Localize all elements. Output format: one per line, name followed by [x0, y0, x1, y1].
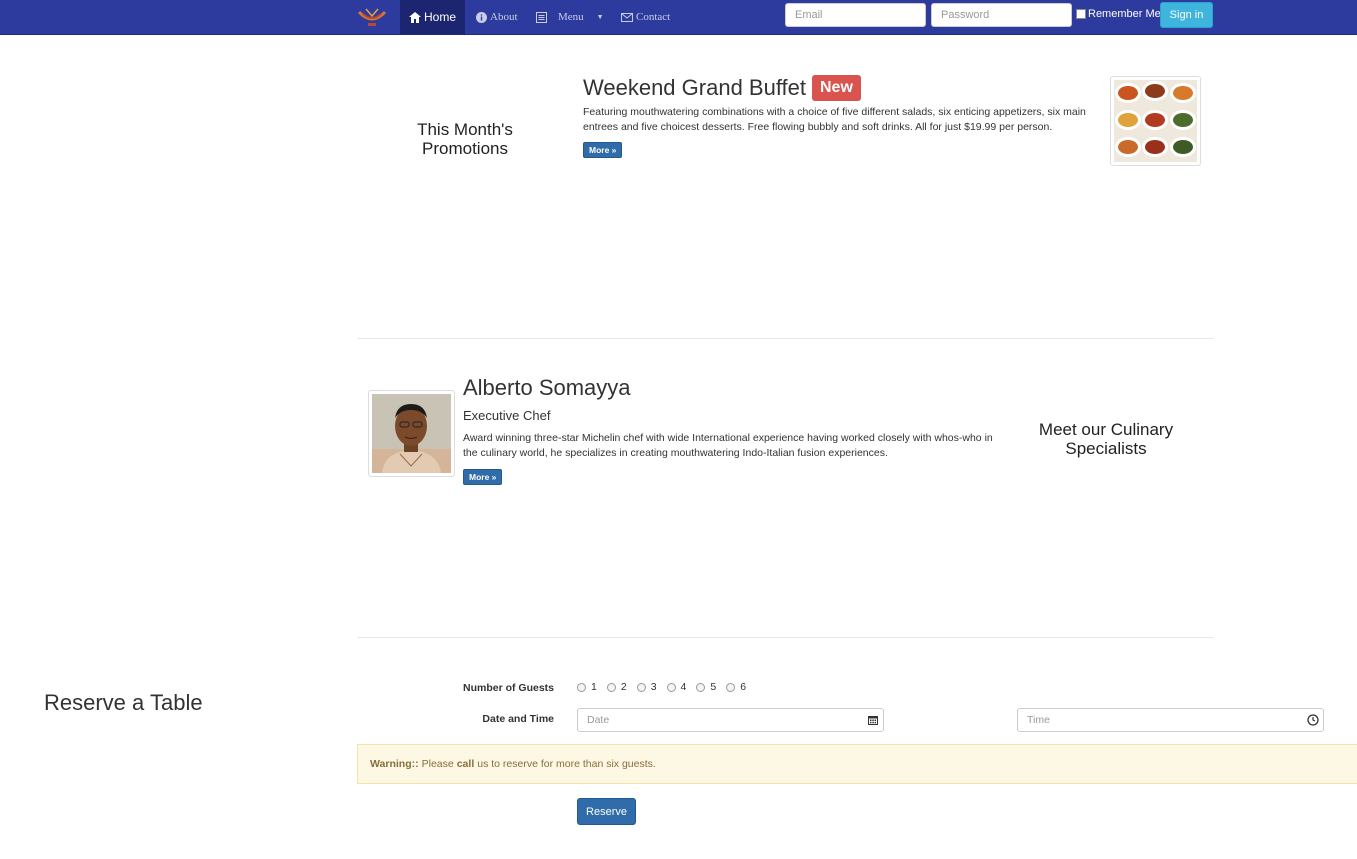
home-icon [408, 11, 421, 23]
guests-label: Number of Guests [462, 682, 554, 694]
guest-radio-option[interactable]: 6 [726, 681, 746, 693]
guest-radio-option[interactable]: 1 [577, 681, 597, 693]
clock-icon[interactable] [1307, 714, 1319, 726]
reserve-heading: Reserve a Table [44, 690, 203, 715]
section-divider [357, 637, 1213, 638]
guest-radio-button[interactable] [696, 682, 706, 692]
promotion-title-row: Weekend Grand Buffet New [583, 75, 861, 101]
promotion-description: Featuring mouthwatering combinations wit… [583, 106, 1086, 133]
calendar-icon[interactable] [867, 714, 879, 726]
warning-post: us to reserve for more than six guests. [477, 758, 656, 770]
envelope-icon [621, 12, 633, 22]
warning-pre: Please [421, 758, 454, 770]
promotions-heading: This Month's Promotions [417, 120, 513, 158]
guest-radio-button[interactable] [636, 682, 646, 692]
nav-home[interactable]: Home [400, 0, 465, 34]
promotion-more-button[interactable]: More » [583, 142, 623, 158]
guest-radio-label: 3 [650, 681, 657, 693]
reserve-button[interactable]: Reserve [577, 798, 636, 825]
remember-me-label: Remember Me [1088, 8, 1161, 20]
warning-prefix: Warning:: [370, 758, 419, 770]
nav-about[interactable]: About [476, 0, 518, 34]
time-placeholder: Time [1027, 714, 1050, 726]
guest-radio-button[interactable] [726, 682, 736, 692]
buffet-image [1110, 76, 1201, 166]
guest-radio-label: 2 [620, 681, 627, 693]
guest-radio-label: 6 [740, 681, 747, 693]
guests-radio-group: 1 2 3 4 5 6 [577, 681, 756, 693]
chef-photo [368, 390, 455, 477]
signin-button[interactable]: Sign in [1160, 2, 1213, 28]
date-placeholder: Date [587, 714, 610, 726]
nav-home-label: Home [423, 10, 456, 24]
nav-contact-label: Contact [636, 11, 671, 23]
warning-alert: Warning:: Please call us to reserve for … [357, 744, 1357, 784]
password-input[interactable]: Password [931, 3, 1072, 27]
nav-menu-dropdown[interactable]: Menu ▼ [536, 0, 604, 34]
guest-radio-button[interactable] [666, 682, 676, 692]
password-placeholder: Password [941, 9, 990, 21]
chef-more-button[interactable]: More » [463, 469, 503, 485]
date-input[interactable]: Date [577, 708, 884, 732]
nav-contact[interactable]: Contact [621, 0, 670, 34]
guest-radio-option[interactable]: 2 [606, 681, 627, 693]
promotion-title: Weekend Grand Buffet [583, 75, 806, 100]
remember-me-checkbox[interactable] [1076, 9, 1086, 19]
guest-radio-option[interactable]: 3 [636, 681, 657, 693]
specialists-heading: Meet our Culinary Specialists [1038, 420, 1174, 458]
nav-menu-label: Menu [558, 11, 584, 23]
section-divider [357, 338, 1213, 339]
chevron-down-icon: ▼ [596, 13, 604, 21]
guest-radio-button[interactable] [606, 682, 616, 692]
guest-radio-option[interactable]: 5 [696, 681, 716, 693]
datetime-label: Date and Time [482, 713, 554, 725]
chef-name: Alberto Somayya [463, 375, 631, 400]
buffet-dishes-image [1114, 80, 1197, 162]
list-icon [536, 11, 547, 23]
logo-icon[interactable] [356, 4, 388, 30]
time-input[interactable]: Time [1017, 708, 1324, 732]
guest-radio-label: 5 [710, 681, 717, 693]
navbar: Home About Menu ▼ Contact Email Password [0, 0, 1357, 35]
warning-call-link[interactable]: call [457, 758, 475, 770]
chef-portrait-image [372, 394, 451, 473]
email-placeholder: Email [795, 9, 823, 21]
guest-radio-label: 1 [591, 681, 597, 693]
new-badge: New [812, 75, 861, 101]
guest-radio-button[interactable] [577, 682, 586, 692]
email-input[interactable]: Email [785, 3, 926, 27]
guest-radio-label: 4 [680, 681, 687, 693]
chef-role: Executive Chef [463, 408, 551, 423]
remember-me[interactable]: Remember Me [1076, 8, 1161, 20]
info-icon [476, 11, 487, 23]
chef-description: Award winning three-star Michelin chef w… [463, 432, 993, 459]
nav-about-label: About [490, 11, 518, 23]
guest-radio-option[interactable]: 4 [666, 681, 687, 693]
